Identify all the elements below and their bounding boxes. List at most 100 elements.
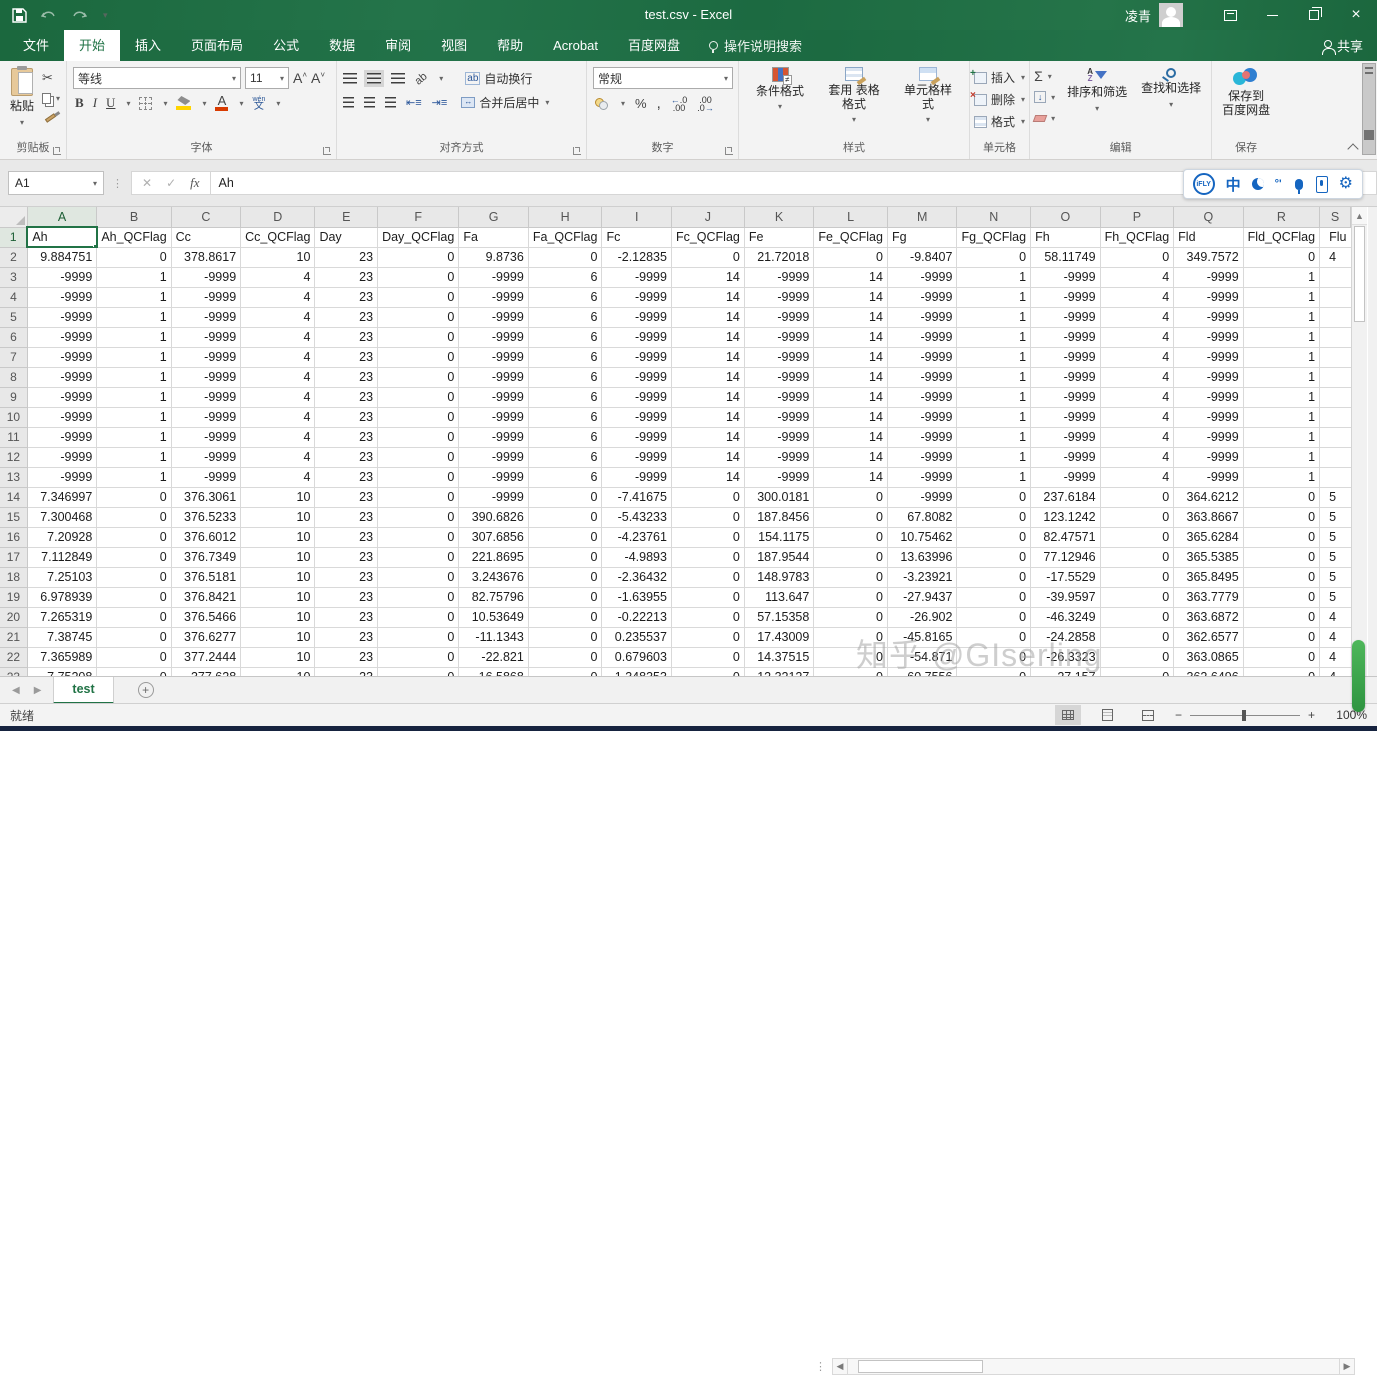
cell-M3[interactable]: -9999 <box>887 267 957 287</box>
cell-L6[interactable]: 14 <box>814 327 888 347</box>
cell-S2[interactable]: 4 <box>1320 247 1351 267</box>
cell-R17[interactable]: 0 <box>1243 547 1319 567</box>
cell-B4[interactable]: 1 <box>97 287 171 307</box>
cells-button-2[interactable]: 格式▾ <box>974 113 1025 130</box>
cell-F15[interactable]: 0 <box>378 507 459 527</box>
cell-J20[interactable]: 0 <box>671 607 744 627</box>
cell-H15[interactable]: 0 <box>528 507 602 527</box>
cell-I16[interactable]: -4.23761 <box>602 527 672 547</box>
font-dialog-launcher[interactable] <box>323 147 331 155</box>
restore-button[interactable] <box>1293 0 1335 30</box>
ribbon-tab-8[interactable]: 帮助 <box>482 30 538 61</box>
cell-J3[interactable]: 14 <box>671 267 744 287</box>
ribbon-tab-2[interactable]: 插入 <box>120 30 176 61</box>
cell-G7[interactable]: -9999 <box>459 347 529 367</box>
save-icon[interactable] <box>12 8 27 23</box>
cell-C13[interactable]: -9999 <box>171 467 241 487</box>
cell-E15[interactable]: 23 <box>315 507 378 527</box>
cell-C1[interactable]: Cc <box>171 227 241 247</box>
row-header-17[interactable]: 17 <box>0 547 27 567</box>
cell-I1[interactable]: Fc <box>602 227 672 247</box>
cell-A22[interactable]: 7.365989 <box>27 647 97 667</box>
wrap-text-button[interactable]: ab 自动换行 <box>465 70 532 87</box>
cell-N20[interactable]: 0 <box>957 607 1031 627</box>
cell-A11[interactable]: -9999 <box>27 427 97 447</box>
cell-J17[interactable]: 0 <box>671 547 744 567</box>
cell-M23[interactable]: -60.7556 <box>887 667 957 676</box>
cell-R3[interactable]: 1 <box>1243 267 1319 287</box>
cell-N18[interactable]: 0 <box>957 567 1031 587</box>
cell-H12[interactable]: 6 <box>528 447 602 467</box>
cell-L15[interactable]: 0 <box>814 507 888 527</box>
cell-Q17[interactable]: 365.5385 <box>1174 547 1244 567</box>
cell-C12[interactable]: -9999 <box>171 447 241 467</box>
align-left-icon[interactable] <box>343 97 354 108</box>
styles-button-0[interactable]: 条件格式▾ <box>743 64 817 117</box>
cell-M5[interactable]: -9999 <box>887 307 957 327</box>
cell-E19[interactable]: 23 <box>315 587 378 607</box>
align-center-icon[interactable] <box>364 97 375 108</box>
cell-D1[interactable]: Cc_QCFlag <box>241 227 315 247</box>
cell-O20[interactable]: -46.3249 <box>1031 607 1101 627</box>
cell-K1[interactable]: Fe <box>744 227 814 247</box>
cell-L9[interactable]: 14 <box>814 387 888 407</box>
cell-J14[interactable]: 0 <box>671 487 744 507</box>
cell-I14[interactable]: -7.41675 <box>602 487 672 507</box>
cell-C7[interactable]: -9999 <box>171 347 241 367</box>
user-name[interactable]: 凌青 <box>1125 6 1151 25</box>
cell-A19[interactable]: 6.978939 <box>27 587 97 607</box>
ribbon-tab-1[interactable]: 开始 <box>64 30 120 61</box>
cell-R18[interactable]: 0 <box>1243 567 1319 587</box>
column-header-R[interactable]: R <box>1243 207 1319 227</box>
cell-A12[interactable]: -9999 <box>27 447 97 467</box>
cell-R9[interactable]: 1 <box>1243 387 1319 407</box>
cell-K22[interactable]: 14.37515 <box>744 647 814 667</box>
cell-B17[interactable]: 0 <box>97 547 171 567</box>
cell-I23[interactable]: 1.348353 <box>602 667 672 676</box>
cell-E10[interactable]: 23 <box>315 407 378 427</box>
cell-F12[interactable]: 0 <box>378 447 459 467</box>
column-header-O[interactable]: O <box>1031 207 1101 227</box>
cell-J10[interactable]: 14 <box>671 407 744 427</box>
cell-N11[interactable]: 1 <box>957 427 1031 447</box>
cell-H22[interactable]: 0 <box>528 647 602 667</box>
cell-G5[interactable]: -9999 <box>459 307 529 327</box>
cell-E22[interactable]: 23 <box>315 647 378 667</box>
cell-L14[interactable]: 0 <box>814 487 888 507</box>
cell-H11[interactable]: 6 <box>528 427 602 447</box>
cell-M4[interactable]: -9999 <box>887 287 957 307</box>
comma-style-icon[interactable]: , <box>657 95 661 112</box>
cell-G11[interactable]: -9999 <box>459 427 529 447</box>
cell-C20[interactable]: 376.5466 <box>171 607 241 627</box>
cell-J19[interactable]: 0 <box>671 587 744 607</box>
cell-I10[interactable]: -9999 <box>602 407 672 427</box>
cell-M11[interactable]: -9999 <box>887 427 957 447</box>
row-header-22[interactable]: 22 <box>0 647 27 667</box>
cell-S1[interactable]: Flu <box>1320 227 1351 247</box>
cell-M17[interactable]: 13.63996 <box>887 547 957 567</box>
clear-button[interactable]: ▾ <box>1034 110 1055 126</box>
cell-Q21[interactable]: 362.6577 <box>1174 627 1244 647</box>
cell-N5[interactable]: 1 <box>957 307 1031 327</box>
cell-H13[interactable]: 6 <box>528 467 602 487</box>
zoom-slider[interactable] <box>1190 715 1300 716</box>
cell-D20[interactable]: 10 <box>241 607 315 627</box>
ribbon-display-options-button[interactable] <box>1209 0 1251 30</box>
row-header-23[interactable]: 23 <box>0 667 27 676</box>
cell-R16[interactable]: 0 <box>1243 527 1319 547</box>
cell-P11[interactable]: 4 <box>1100 427 1174 447</box>
scroll-up-icon[interactable]: ▲ <box>1352 207 1367 225</box>
cell-S3[interactable] <box>1320 267 1351 287</box>
cell-F11[interactable]: 0 <box>378 427 459 447</box>
cell-I18[interactable]: -2.36432 <box>602 567 672 587</box>
cell-J18[interactable]: 0 <box>671 567 744 587</box>
cell-K6[interactable]: -9999 <box>744 327 814 347</box>
horizontal-scroll-thumb[interactable] <box>858 1360 983 1373</box>
cell-Q14[interactable]: 364.6212 <box>1174 487 1244 507</box>
cell-P10[interactable]: 4 <box>1100 407 1174 427</box>
page-layout-view-button[interactable] <box>1095 705 1121 725</box>
row-header-18[interactable]: 18 <box>0 567 27 587</box>
cell-C2[interactable]: 378.8617 <box>171 247 241 267</box>
row-header-1[interactable]: 1 <box>0 227 27 247</box>
scrollbar-resize-grip[interactable]: ⋮ <box>815 1360 826 1373</box>
